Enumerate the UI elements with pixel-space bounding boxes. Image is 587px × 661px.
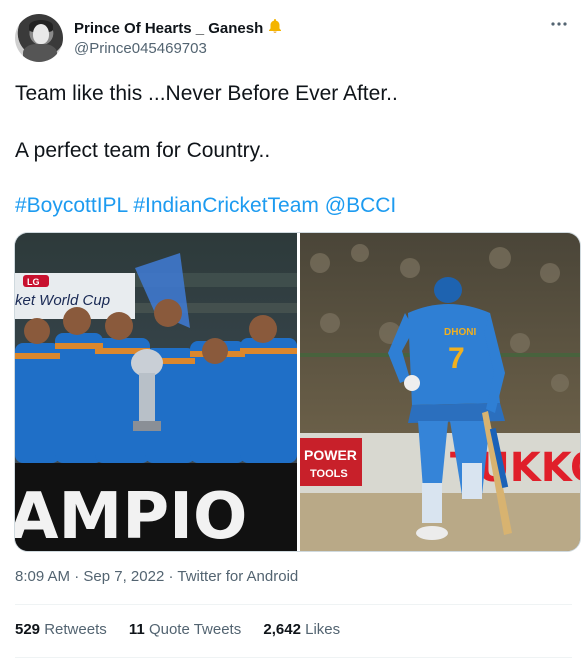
author-display-name[interactable]: Prince Of Hearts _ Ganesh [74,20,263,37]
banner-logo: LG [27,277,40,287]
likes-label: Likes [305,621,341,638]
champions-banner-text: AMPIO [15,480,247,551]
quote-tweets-stat[interactable]: 11 Quote Tweets [129,620,241,640]
hashtag-boycottipl[interactable]: #BoycottIPL [15,194,127,217]
mention-bcci[interactable]: @BCCI [325,194,397,217]
hashtag-indiancricketteam[interactable]: #IndianCricketTeam [133,194,319,217]
tweet-time[interactable]: 8:09 AM [15,568,70,585]
ellipsis-icon[interactable] [549,14,569,34]
retweets-label: Retweets [44,621,107,638]
tweet-hashtags: #BoycottIPL #IndianCricketTeam @BCCI [15,192,396,220]
engagement-stats: 529 Retweets 11 Quote Tweets 2,642 Likes [15,620,358,640]
retweets-count: 529 [15,621,41,638]
media-gallery: LG ket World Cup AMPIO POWER TOOLS KK DH… [14,232,581,552]
author-display-name-row[interactable]: Prince Of Hearts _ Ganesh [74,18,283,41]
tweet-meta: 8:09 AM · Sep 7, 2022 · Twitter for Andr… [15,568,299,585]
likes-count: 2,642 [263,621,301,638]
author-handle[interactable]: @Prince045469703 [74,39,207,59]
avatar[interactable] [15,14,63,62]
likes-stat[interactable]: 2,642 Likes [263,620,340,640]
dhoni-photo[interactable]: POWER TOOLS TUKKO DHONI [300,233,580,551]
jersey-name: DHONI [444,327,476,338]
tweet-source[interactable]: Twitter for Android [177,568,298,585]
divider [15,604,572,605]
quotes-label: Quote Tweets [148,621,242,638]
team-celebration-photo[interactable]: LG ket World Cup AMPIO [15,233,297,551]
ad-power-text: POWER [304,447,357,463]
tweet-date[interactable]: Sep 7, 2022 [83,568,164,585]
divider [15,657,572,658]
tweet-line-2: A perfect team for Country.. [15,139,271,162]
quotes-count: 11 [128,621,145,638]
jersey-number: 7 [448,342,465,375]
ad-tools-text: TOOLS [310,468,348,480]
bell-icon [267,18,283,41]
retweets-stat[interactable]: 529 Retweets [15,620,107,640]
tweet-line-1: Team like this ...Never Before Ever Afte… [15,82,398,105]
banner-text: ket World Cup [15,292,110,309]
